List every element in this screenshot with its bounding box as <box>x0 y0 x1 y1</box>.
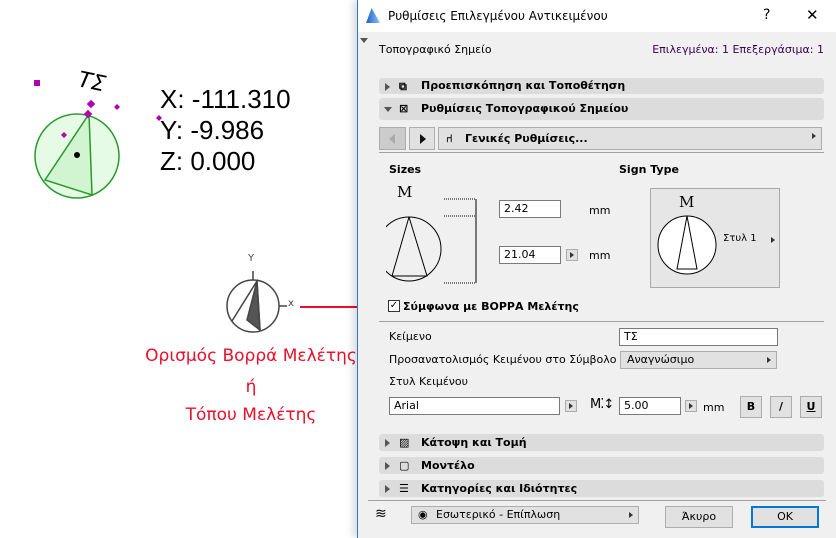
close-button[interactable]: ✕ <box>806 6 819 24</box>
text-label: Κείμενο <box>389 330 432 343</box>
cube-icon: ▢ <box>399 459 410 472</box>
caption-line-1: Ορισμός Βορρά Μελέτης <box>145 346 357 366</box>
caption-line-2: ή <box>245 377 257 397</box>
unit-label: mm <box>589 249 611 262</box>
panel-survey-point-settings[interactable]: ⊠ Ρυθμίσεις Τοπογραφικού Σημείου <box>379 98 824 120</box>
cancel-button[interactable]: Άκυρο <box>665 506 733 528</box>
caption-line-3: Τόπου Μελέτης <box>185 405 317 425</box>
arrow-left-icon <box>389 134 395 144</box>
coord-x: X: -111.310 <box>160 84 291 114</box>
axis-x-label: x <box>288 298 294 309</box>
title-bar[interactable]: Ρυθμίσεις Επιλεγμένου Αντικειμένου ? ✕ <box>358 0 836 32</box>
page-select-value: Γενικές Ρυθμίσεις... <box>465 132 588 145</box>
size-preview-diagram <box>386 198 477 284</box>
plan-section-icon: ▨ <box>399 436 410 449</box>
sign-preview-icon <box>657 215 717 275</box>
page-select-dropdown[interactable]: ⑁ Γενικές Ρυθμίσεις... <box>438 127 822 150</box>
divider <box>379 321 824 322</box>
panel-label: Κάτοψη και Τομή <box>421 436 527 449</box>
coordinates: X: -111.310 Y: -9.986 Z: 0.000 <box>160 84 291 177</box>
selection-info: Επιλεγμένα: 1 Επεξεργάσιμα: 1 <box>652 43 824 56</box>
text-size-icon: M⁚↕ <box>590 397 614 412</box>
sizes-label: Sizes <box>389 163 422 176</box>
prev-page-button[interactable] <box>379 127 406 150</box>
next-page-button[interactable] <box>409 127 435 150</box>
help-button[interactable]: ? <box>763 7 770 23</box>
north-checkbox-label: Σύμφωνα με ΒΟΡΡΑ Μελέτης <box>403 300 579 313</box>
orientation-label: Προσανατολισμός Κειμένου στο Σύμβολο <box>389 353 617 366</box>
coord-y: Y: -9.986 <box>160 115 265 145</box>
sign-style-label: Στυλ 1 <box>723 233 757 244</box>
unit-label: mm <box>703 401 725 414</box>
panel-label: Προεπισκόπηση και Τοποθέτηση <box>421 79 626 92</box>
bold-button[interactable]: B <box>740 396 762 418</box>
orientation-dropdown[interactable]: Αναγνώσιμο <box>620 351 777 369</box>
panel-categories[interactable]: ☰ Κατηγορίες και Ιδιότητες <box>379 480 824 497</box>
object-settings-dialog: Ρυθμίσεις Επιλεγμένου Αντικειμένου ? ✕ Τ… <box>357 0 836 538</box>
panel-label: Μοντέλο <box>421 459 475 472</box>
layer-value: Εσωτερικό - Επίπλωση <box>436 508 561 521</box>
font-size-input[interactable]: 5.00 <box>619 397 681 415</box>
ok-button[interactable]: OK <box>751 506 819 528</box>
object-type: Τοπογραφικό Σημείο <box>379 43 492 56</box>
panel-preview-placement[interactable]: ⧉ Προεπισκόπηση και Τοποθέτηση <box>379 78 824 94</box>
divider <box>368 500 826 501</box>
divider <box>379 152 824 153</box>
unit-label: mm <box>589 204 611 217</box>
size-height-arrow-button[interactable] <box>566 249 578 261</box>
document-icon: ☰ <box>399 482 409 495</box>
font-input[interactable]: Arial <box>389 397 560 415</box>
app-icon <box>366 8 380 23</box>
arrow-right-icon <box>771 237 775 243</box>
italic-button[interactable]: / <box>770 396 792 418</box>
survey-point-symbol[interactable] <box>33 80 162 199</box>
sign-type-picker[interactable]: M Στυλ 1 <box>650 188 780 288</box>
settings-icon: ⊠ <box>399 102 409 115</box>
sign-type-label: Sign Type <box>619 163 679 176</box>
eye-icon: ◉ <box>418 508 428 521</box>
drawing-canvas[interactable] <box>0 0 357 538</box>
panel-plan-section[interactable]: ▨ Κάτοψη και Τομή <box>379 434 824 451</box>
coord-z: Z: 0.000 <box>160 146 256 176</box>
panel-label: Κατηγορίες και Ιδιότητες <box>421 482 578 495</box>
dialog-title: Ρυθμίσεις Επιλεγμένου Αντικειμένου <box>388 9 608 23</box>
north-symbol[interactable] <box>226 271 287 333</box>
size-top-input[interactable]: 2.42 <box>499 200 561 218</box>
preview-placement-icon: ⧉ <box>399 80 407 93</box>
point-label: ΤΣ <box>75 67 108 98</box>
sign-preview-letter: M <box>679 193 695 211</box>
underline-button[interactable]: U <box>800 396 822 418</box>
font-size-arrow-button[interactable] <box>685 400 697 412</box>
axis-y-label: Y <box>248 253 255 264</box>
collapse-icon[interactable] <box>360 38 368 43</box>
size-height-input[interactable]: 21.04 <box>499 246 561 264</box>
font-arrow-button[interactable] <box>565 400 577 412</box>
chair-icon: ⑁ <box>446 132 453 145</box>
text-input[interactable]: ΤΣ <box>619 328 778 346</box>
panel-label: Ρυθμίσεις Τοπογραφικού Σημείου <box>421 102 629 115</box>
north-checkbox[interactable]: ✓ <box>388 300 400 312</box>
arrow-right-icon <box>420 134 426 144</box>
panel-model[interactable]: ▢ Μοντέλο <box>379 457 824 474</box>
layer-dropdown[interactable]: ◉ Εσωτερικό - Επίπλωση <box>411 506 639 524</box>
layers-icon: ≋ <box>375 506 387 522</box>
text-style-label: Στυλ Κειμένου <box>389 375 469 388</box>
